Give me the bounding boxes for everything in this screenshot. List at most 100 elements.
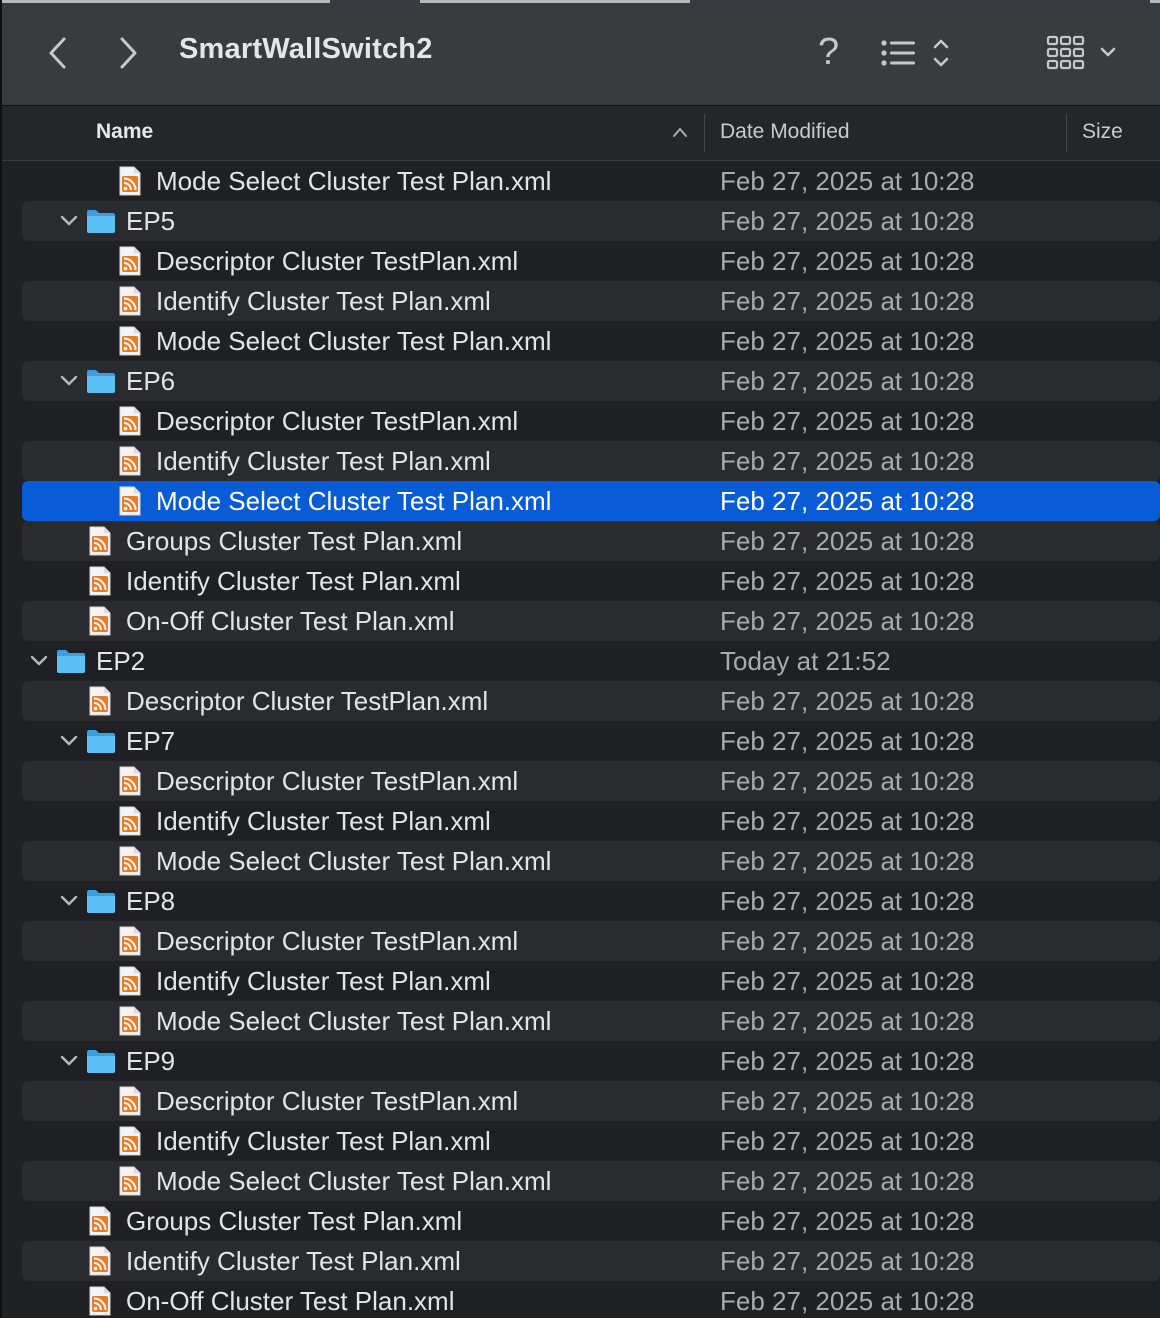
item-name: On-Off Cluster Test Plan.xml — [126, 1286, 455, 1316]
item-name: Identify Cluster Test Plan.xml — [156, 806, 491, 836]
grid-view-button[interactable] — [1046, 35, 1126, 78]
xml-file-icon — [118, 246, 142, 281]
item-name: Descriptor Cluster TestPlan.xml — [156, 766, 519, 796]
item-name: Descriptor Cluster TestPlan.xml — [126, 686, 489, 716]
item-name: Mode Select Cluster Test Plan.xml — [156, 846, 552, 876]
list-view-button[interactable] — [880, 37, 956, 78]
file-row[interactable]: Descriptor Cluster TestPlan.xml Feb 27, 2… — [22, 921, 1160, 961]
file-row[interactable]: Descriptor Cluster TestPlan.xml Feb 27, 2… — [22, 1081, 1160, 1121]
file-row[interactable]: On-Off Cluster Test Plan.xml Feb 27, 2025… — [22, 1281, 1160, 1318]
item-name: On-Off Cluster Test Plan.xml — [126, 606, 455, 636]
item-name: EP8 — [126, 886, 176, 916]
xml-file-icon — [118, 966, 142, 1001]
item-date-modified: Today at 21:52 — [720, 646, 891, 676]
xml-file-icon — [118, 806, 142, 841]
folder-icon — [86, 727, 116, 760]
xml-file-icon — [88, 1286, 112, 1318]
item-name: Groups Cluster Test Plan.xml — [126, 526, 463, 556]
disclosure-chevron-icon[interactable] — [28, 650, 50, 672]
file-row[interactable]: Descriptor Cluster TestPlan.xml Feb 27, 2… — [22, 241, 1160, 281]
file-row[interactable]: Descriptor Cluster TestPlan.xml Feb 27, 2… — [22, 761, 1160, 801]
item-date-modified: Feb 27, 2025 at 10:28 — [720, 926, 975, 956]
xml-file-icon — [88, 606, 112, 641]
file-row[interactable]: Identify Cluster Test Plan.xml Feb 27, 20… — [22, 801, 1160, 841]
item-name: Mode Select Cluster Test Plan.xml — [156, 486, 552, 516]
xml-file-icon — [88, 1206, 112, 1241]
column-size[interactable]: Size — [1082, 120, 1123, 144]
file-row[interactable]: Mode Select Cluster Test Plan.xml Feb 27,… — [22, 1161, 1160, 1201]
item-name: EP5 — [126, 206, 176, 236]
item-name: Mode Select Cluster Test Plan.xml — [156, 326, 552, 356]
item-date-modified: Feb 27, 2025 at 10:28 — [720, 486, 975, 516]
folder-row[interactable]: EP9 Feb 27, 2025 at 10:28 — [22, 1041, 1160, 1081]
chevron-left-icon — [49, 37, 66, 69]
file-row[interactable]: Groups Cluster Test Plan.xml Feb 27, 2025… — [22, 521, 1160, 561]
disclosure-chevron-icon[interactable] — [58, 210, 80, 232]
back-button[interactable] — [40, 33, 76, 73]
item-name: Identify Cluster Test Plan.xml — [126, 1246, 461, 1276]
column-date-modified[interactable]: Date Modified — [720, 120, 850, 144]
file-row[interactable]: Descriptor Cluster TestPlan.xml Feb 27, 2… — [22, 681, 1160, 721]
file-row[interactable]: Identify Cluster Test Plan.xml Feb 27, 20… — [22, 441, 1160, 481]
xml-file-icon — [118, 446, 142, 481]
folder-icon — [86, 887, 116, 920]
xml-file-icon — [118, 766, 142, 801]
chevron-right-icon — [120, 37, 137, 69]
folder-row[interactable]: EP7 Feb 27, 2025 at 10:28 — [22, 721, 1160, 761]
item-name: EP7 — [126, 726, 176, 756]
item-name: Identify Cluster Test Plan.xml — [156, 446, 491, 476]
sort-ascending-icon[interactable] — [672, 126, 688, 138]
column-name[interactable]: Name — [96, 120, 153, 144]
item-name: EP2 — [96, 646, 146, 676]
file-row[interactable]: Identify Cluster Test Plan.xml Feb 27, 20… — [22, 1121, 1160, 1161]
file-row[interactable]: Groups Cluster Test Plan.xml Feb 27, 2025… — [22, 1201, 1160, 1241]
xml-file-icon — [88, 526, 112, 561]
xml-file-icon — [118, 166, 142, 201]
file-row[interactable]: On-Off Cluster Test Plan.xml Feb 27, 2025… — [22, 601, 1160, 641]
item-name: Descriptor Cluster TestPlan.xml — [156, 926, 519, 956]
forward-button[interactable] — [110, 33, 146, 73]
toolbar: SmartWallSwitch2 ? — [2, 3, 1160, 106]
file-row[interactable]: Mode Select Cluster Test Plan.xml Feb 27,… — [22, 841, 1160, 881]
item-name: Descriptor Cluster TestPlan.xml — [156, 406, 519, 436]
item-date-modified: Feb 27, 2025 at 10:28 — [720, 966, 975, 996]
xml-file-icon — [118, 1126, 142, 1161]
xml-file-icon — [88, 566, 112, 601]
folder-row[interactable]: EP6 Feb 27, 2025 at 10:28 — [22, 361, 1160, 401]
item-date-modified: Feb 27, 2025 at 10:28 — [720, 1046, 975, 1076]
xml-file-icon — [118, 1006, 142, 1041]
item-date-modified: Feb 27, 2025 at 10:28 — [720, 886, 975, 916]
file-row[interactable]: Identify Cluster Test Plan.xml Feb 27, 20… — [22, 281, 1160, 321]
item-date-modified: Feb 27, 2025 at 10:28 — [720, 326, 975, 356]
xml-file-icon — [118, 846, 142, 881]
folder-row[interactable]: EP5 Feb 27, 2025 at 10:28 — [22, 201, 1160, 241]
file-row[interactable]: Mode Select Cluster Test Plan.xml Feb 27,… — [22, 1001, 1160, 1041]
item-date-modified: Feb 27, 2025 at 10:28 — [720, 1126, 975, 1156]
folder-row[interactable]: EP8 Feb 27, 2025 at 10:28 — [22, 881, 1160, 921]
xml-file-icon — [118, 1166, 142, 1201]
xml-file-icon — [118, 286, 142, 321]
disclosure-chevron-icon[interactable] — [58, 1050, 80, 1072]
file-row[interactable]: Identify Cluster Test Plan.xml Feb 27, 20… — [22, 961, 1160, 1001]
item-date-modified: Feb 27, 2025 at 10:28 — [720, 1086, 975, 1116]
item-date-modified: Feb 27, 2025 at 10:28 — [720, 806, 975, 836]
item-date-modified: Feb 27, 2025 at 10:28 — [720, 686, 975, 716]
folder-icon — [86, 1047, 116, 1080]
file-row[interactable]: Identify Cluster Test Plan.xml Feb 27, 20… — [22, 561, 1160, 601]
disclosure-chevron-icon[interactable] — [58, 370, 80, 392]
help-button[interactable]: ? — [818, 31, 839, 74]
disclosure-chevron-icon[interactable] — [58, 730, 80, 752]
disclosure-chevron-icon[interactable] — [58, 890, 80, 912]
item-name: Identify Cluster Test Plan.xml — [126, 566, 461, 596]
item-name: EP9 — [126, 1046, 176, 1076]
item-name: Mode Select Cluster Test Plan.xml — [156, 166, 552, 196]
folder-icon — [56, 647, 86, 680]
file-row[interactable]: Mode Select Cluster Test Plan.xml Feb 27,… — [22, 481, 1160, 521]
folder-row[interactable]: EP2 Today at 21:52 — [22, 641, 1160, 681]
file-row[interactable]: Mode Select Cluster Test Plan.xml Feb 27,… — [22, 321, 1160, 361]
file-row[interactable]: Descriptor Cluster TestPlan.xml Feb 27, 2… — [22, 401, 1160, 441]
xml-file-icon — [88, 686, 112, 721]
file-row[interactable]: Identify Cluster Test Plan.xml Feb 27, 20… — [22, 1241, 1160, 1281]
file-row[interactable]: Mode Select Cluster Test Plan.xml Feb 27,… — [22, 161, 1160, 201]
list-view-icon — [881, 39, 949, 67]
